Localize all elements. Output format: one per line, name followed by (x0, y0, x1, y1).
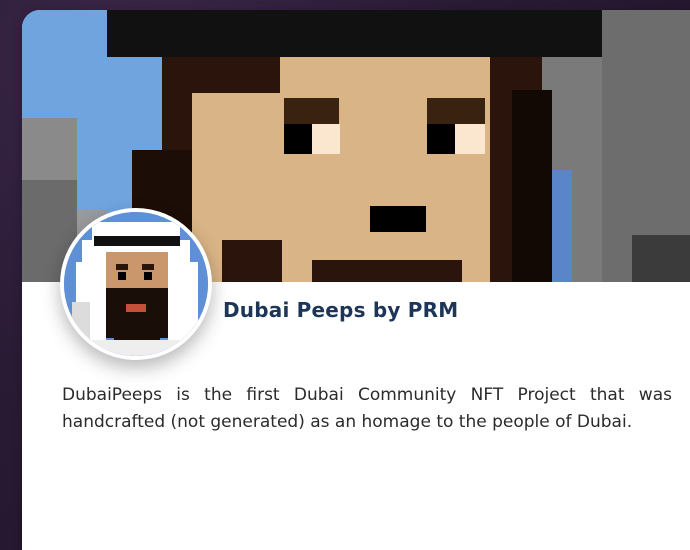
collection-avatar (60, 208, 212, 360)
collection-card[interactable]: Dubai Peeps by PRM DubaiPeeps is the fir… (22, 10, 690, 550)
collection-description: DubaiPeeps is the first Dubai Community … (62, 385, 672, 432)
pixel-art-emirati-avatar-icon (64, 212, 208, 356)
collection-title[interactable]: Dubai Peeps by PRM (223, 298, 458, 322)
avatar-image (64, 212, 208, 356)
